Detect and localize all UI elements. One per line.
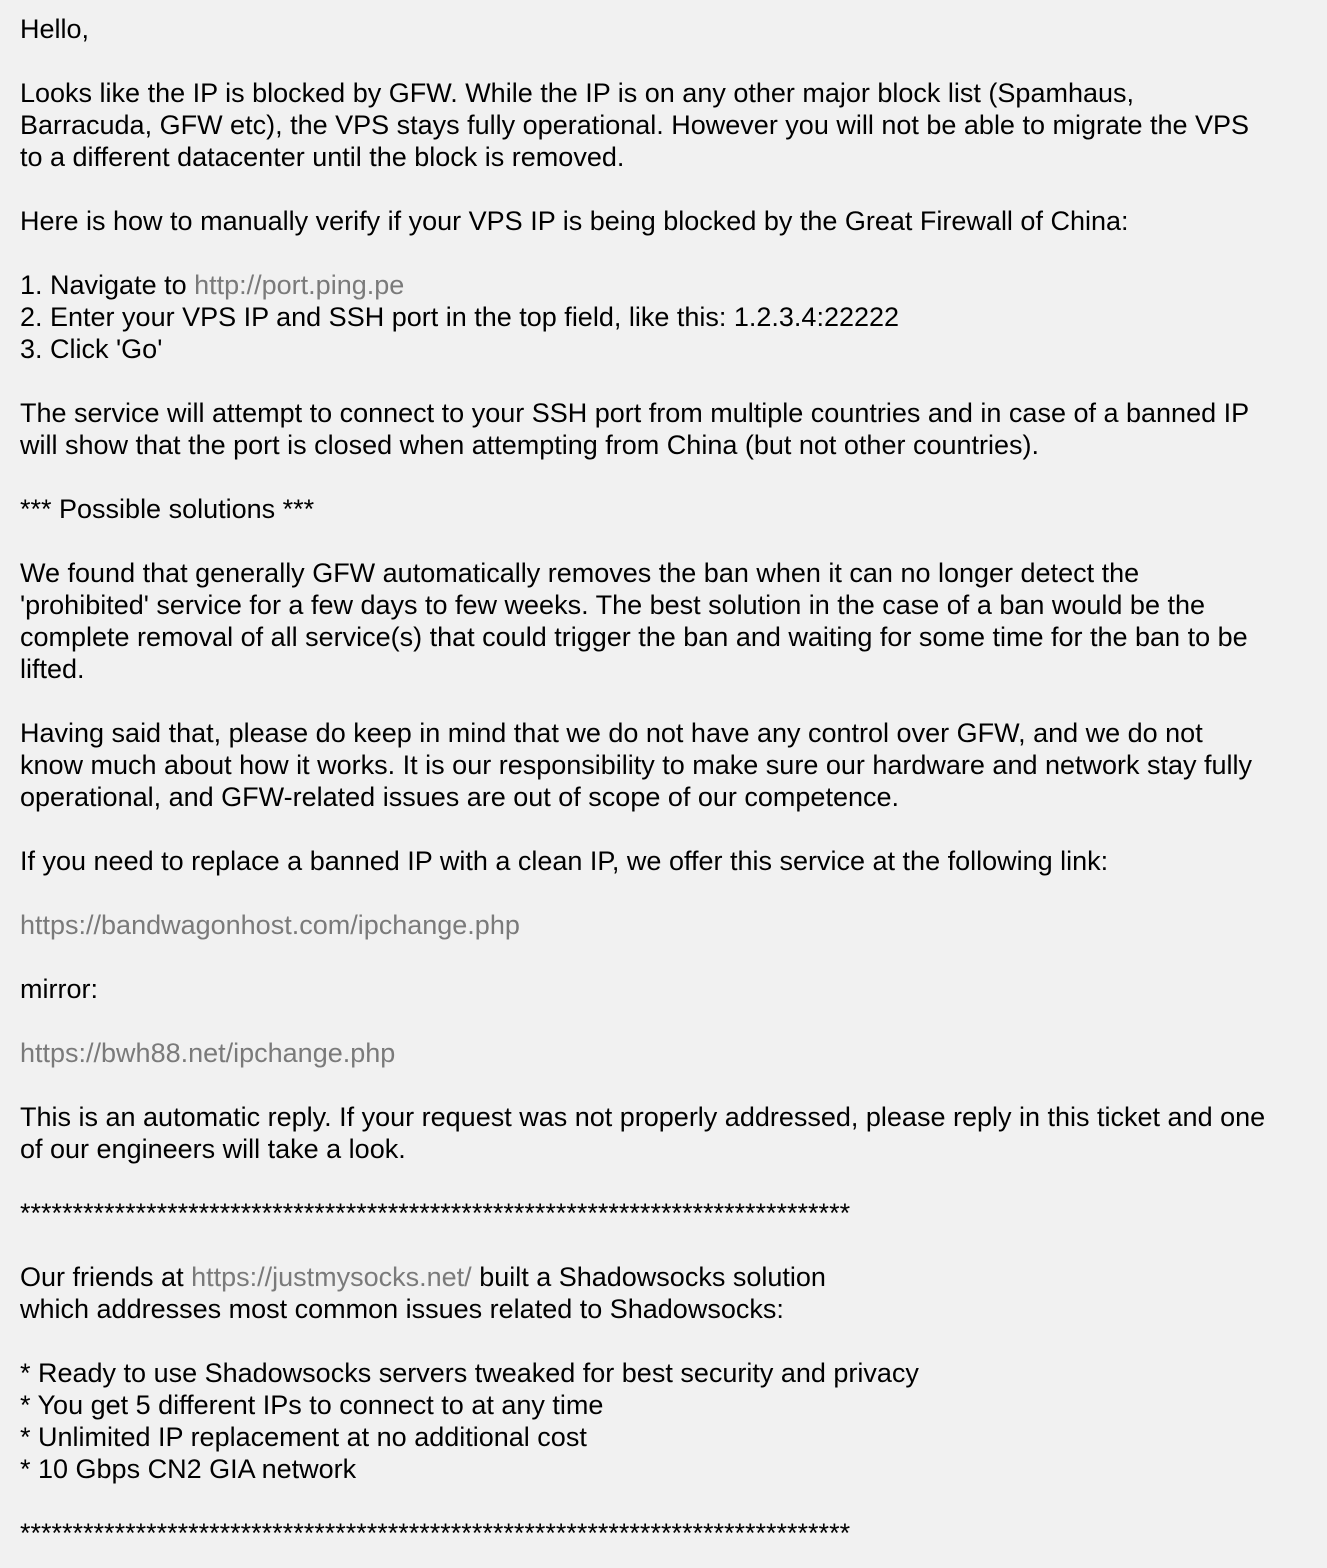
service-line: The service will attempt to connect to y… xyxy=(20,398,1250,428)
promo-suffix: built a Shadowsocks solution xyxy=(471,1262,826,1292)
disclaimer-line: know much about how it works. It is our … xyxy=(20,750,1253,780)
separator-bottom: ****************************************… xyxy=(20,1518,851,1548)
port-ping-link[interactable]: http://port.ping.pe xyxy=(194,270,404,300)
disclaimer-paragraph: Having said that, please do keep in mind… xyxy=(20,717,1320,813)
step-1: 1. Navigate to http://port.ping.pe xyxy=(20,269,1320,301)
solutions-heading: *** Possible solutions *** xyxy=(20,494,315,524)
promo-prefix: Our friends at xyxy=(20,1262,192,1292)
feature-item: * Ready to use Shadowsocks servers tweak… xyxy=(20,1358,919,1388)
intro-paragraph: Looks like the IP is blocked by GFW. Whi… xyxy=(20,77,1320,173)
greeting: Hello, xyxy=(20,14,90,44)
feature-item: * You get 5 different IPs to connect to … xyxy=(20,1390,604,1420)
intro-line: to a different datacenter until the bloc… xyxy=(20,142,625,172)
feature-item: * Unlimited IP replacement at no additio… xyxy=(20,1422,587,1452)
solutions-paragraph: We found that generally GFW automaticall… xyxy=(20,557,1320,685)
auto-reply-line: of our engineers will take a look. xyxy=(20,1134,406,1164)
solutions-line: lifted. xyxy=(20,654,85,684)
features-list: * Ready to use Shadowsocks servers tweak… xyxy=(20,1357,1320,1485)
promo-line-1: Our friends at https://justmysocks.net/ … xyxy=(20,1261,1320,1293)
step-2: 2. Enter your VPS IP and SSH port in the… xyxy=(20,302,900,332)
ipchange-link-line: https://bandwagonhost.com/ipchange.php xyxy=(20,909,1320,941)
feature-item: * 10 Gbps CN2 GIA network xyxy=(20,1454,357,1484)
service-line: will show that the port is closed when a… xyxy=(20,430,1039,460)
solutions-line: complete removal of all service(s) that … xyxy=(20,622,1248,652)
steps-list: 1. Navigate to http://port.ping.pe 2. En… xyxy=(20,269,1320,365)
auto-reply-paragraph: This is an automatic reply. If your requ… xyxy=(20,1101,1320,1165)
auto-reply-line: This is an automatic reply. If your requ… xyxy=(20,1102,1266,1132)
mirror-label: mirror: xyxy=(20,974,98,1004)
replace-ip-text: If you need to replace a banned IP with … xyxy=(20,846,1109,876)
verify-heading: Here is how to manually verify if your V… xyxy=(20,206,1129,236)
mirror-link-line: https://bwh88.net/ipchange.php xyxy=(20,1037,1320,1069)
intro-line: Looks like the IP is blocked by GFW. Whi… xyxy=(20,78,1135,108)
step-3: 3. Click 'Go' xyxy=(20,334,163,364)
solutions-line: We found that generally GFW automaticall… xyxy=(20,558,1140,588)
ipchange-link[interactable]: https://bandwagonhost.com/ipchange.php xyxy=(20,910,520,940)
disclaimer-line: Having said that, please do keep in mind… xyxy=(20,718,1203,748)
mirror-link[interactable]: https://bwh88.net/ipchange.php xyxy=(20,1038,395,1068)
justmysocks-link[interactable]: https://justmysocks.net/ xyxy=(191,1262,472,1292)
disclaimer-line: operational, and GFW-related issues are … xyxy=(20,782,899,812)
intro-line: Barracuda, GFW etc), the VPS stays fully… xyxy=(20,110,1250,140)
service-paragraph: The service will attempt to connect to y… xyxy=(20,397,1320,461)
solutions-line: 'prohibited' service for a few days to f… xyxy=(20,590,1205,620)
step-1-text: 1. Navigate to xyxy=(20,270,195,300)
email-message-body: Hello, Looks like the IP is blocked by G… xyxy=(20,13,1320,1549)
separator-top: ****************************************… xyxy=(20,1198,851,1228)
promo-paragraph: Our friends at https://justmysocks.net/ … xyxy=(20,1261,1320,1325)
promo-line-2: which addresses most common issues relat… xyxy=(20,1294,784,1324)
